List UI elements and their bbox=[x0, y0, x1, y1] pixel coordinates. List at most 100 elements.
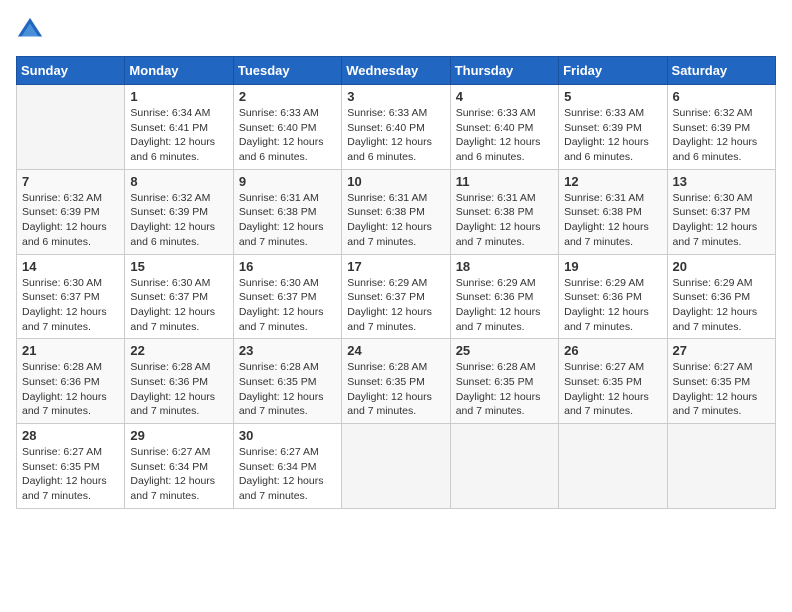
calendar-cell: 26 Sunrise: 6:27 AMSunset: 6:35 PMDayligh… bbox=[559, 339, 667, 424]
day-number: 5 bbox=[564, 89, 661, 104]
calendar-cell bbox=[450, 424, 558, 509]
day-info: Sunrise: 6:33 AMSunset: 6:39 PMDaylight:… bbox=[564, 106, 661, 165]
day-info: Sunrise: 6:28 AMSunset: 6:36 PMDaylight:… bbox=[22, 360, 119, 419]
header-row: SundayMondayTuesdayWednesdayThursdayFrid… bbox=[17, 57, 776, 85]
day-number: 1 bbox=[130, 89, 227, 104]
day-info: Sunrise: 6:31 AMSunset: 6:38 PMDaylight:… bbox=[564, 191, 661, 250]
day-number: 12 bbox=[564, 174, 661, 189]
day-number: 20 bbox=[673, 259, 770, 274]
calendar-week-5: 28Sunrise: 6:27 AMSunset: 6:35 PMDayligh… bbox=[17, 424, 776, 509]
calendar-table: SundayMondayTuesdayWednesdayThursdayFrid… bbox=[16, 56, 776, 509]
calendar-cell: 4Sunrise: 6:33 AMSunset: 6:40 PMDaylight… bbox=[450, 85, 558, 170]
calendar-cell: 22 Sunrise: 6:28 AMSunset: 6:36 PMDayligh… bbox=[125, 339, 233, 424]
day-number: 13 bbox=[673, 174, 770, 189]
weekday-header-thursday: Thursday bbox=[450, 57, 558, 85]
calendar-cell: 20 Sunrise: 6:29 AMSunset: 6:36 PMDayligh… bbox=[667, 254, 775, 339]
day-info: Sunrise: 6:29 AMSunset: 6:37 PMDaylight:… bbox=[347, 276, 444, 335]
day-info: Sunrise: 6:28 AMSunset: 6:36 PMDaylight:… bbox=[130, 360, 227, 419]
day-info: Sunrise: 6:30 AMSunset: 6:37 PMDaylight:… bbox=[130, 276, 227, 335]
day-info: Sunrise: 6:34 AMSunset: 6:41 PMDaylight:… bbox=[130, 106, 227, 165]
day-number: 16 bbox=[239, 259, 336, 274]
day-info: Sunrise: 6:32 AMSunset: 6:39 PMDaylight:… bbox=[130, 191, 227, 250]
day-info: Sunrise: 6:30 AMSunset: 6:37 PMDaylight:… bbox=[673, 191, 770, 250]
day-number: 2 bbox=[239, 89, 336, 104]
day-info: Sunrise: 6:27 AMSunset: 6:35 PMDaylight:… bbox=[673, 360, 770, 419]
calendar-cell: 28Sunrise: 6:27 AMSunset: 6:35 PMDayligh… bbox=[17, 424, 125, 509]
calendar-week-2: 7 Sunrise: 6:32 AMSunset: 6:39 PMDaylight… bbox=[17, 169, 776, 254]
day-info: Sunrise: 6:30 AMSunset: 6:37 PMDaylight:… bbox=[239, 276, 336, 335]
calendar-cell: 6Sunrise: 6:32 AMSunset: 6:39 PMDaylight… bbox=[667, 85, 775, 170]
calendar-cell: 14 Sunrise: 6:30 AMSunset: 6:37 PMDayligh… bbox=[17, 254, 125, 339]
day-info: Sunrise: 6:32 AMSunset: 6:39 PMDaylight:… bbox=[22, 191, 119, 250]
weekday-header-tuesday: Tuesday bbox=[233, 57, 341, 85]
day-number: 17 bbox=[347, 259, 444, 274]
day-info: Sunrise: 6:28 AMSunset: 6:35 PMDaylight:… bbox=[239, 360, 336, 419]
calendar-cell bbox=[342, 424, 450, 509]
calendar-cell: 13 Sunrise: 6:30 AMSunset: 6:37 PMDayligh… bbox=[667, 169, 775, 254]
calendar-cell: 29Sunrise: 6:27 AMSunset: 6:34 PMDayligh… bbox=[125, 424, 233, 509]
calendar-cell: 19 Sunrise: 6:29 AMSunset: 6:36 PMDayligh… bbox=[559, 254, 667, 339]
day-number: 14 bbox=[22, 259, 119, 274]
day-number: 26 bbox=[564, 343, 661, 358]
day-number: 21 bbox=[22, 343, 119, 358]
day-info: Sunrise: 6:28 AMSunset: 6:35 PMDaylight:… bbox=[347, 360, 444, 419]
calendar-cell: 11Sunrise: 6:31 AMSunset: 6:38 PMDayligh… bbox=[450, 169, 558, 254]
calendar-cell: 15 Sunrise: 6:30 AMSunset: 6:37 PMDayligh… bbox=[125, 254, 233, 339]
calendar-cell: 25Sunrise: 6:28 AMSunset: 6:35 PMDayligh… bbox=[450, 339, 558, 424]
day-number: 8 bbox=[130, 174, 227, 189]
logo-icon bbox=[16, 16, 44, 44]
day-info: Sunrise: 6:31 AMSunset: 6:38 PMDaylight:… bbox=[347, 191, 444, 250]
calendar-cell: 3 Sunrise: 6:33 AMSunset: 6:40 PMDaylight… bbox=[342, 85, 450, 170]
day-number: 4 bbox=[456, 89, 553, 104]
day-number: 19 bbox=[564, 259, 661, 274]
calendar-cell: 18 Sunrise: 6:29 AMSunset: 6:36 PMDayligh… bbox=[450, 254, 558, 339]
weekday-header-wednesday: Wednesday bbox=[342, 57, 450, 85]
page-header bbox=[16, 16, 776, 44]
calendar-cell: 21 Sunrise: 6:28 AMSunset: 6:36 PMDayligh… bbox=[17, 339, 125, 424]
calendar-cell: 23Sunrise: 6:28 AMSunset: 6:35 PMDayligh… bbox=[233, 339, 341, 424]
day-info: Sunrise: 6:27 AMSunset: 6:34 PMDaylight:… bbox=[239, 445, 336, 504]
day-info: Sunrise: 6:32 AMSunset: 6:39 PMDaylight:… bbox=[673, 106, 770, 165]
day-info: Sunrise: 6:27 AMSunset: 6:35 PMDaylight:… bbox=[564, 360, 661, 419]
calendar-cell bbox=[559, 424, 667, 509]
day-number: 30 bbox=[239, 428, 336, 443]
weekday-header-saturday: Saturday bbox=[667, 57, 775, 85]
day-info: Sunrise: 6:30 AMSunset: 6:37 PMDaylight:… bbox=[22, 276, 119, 335]
calendar-cell: 27 Sunrise: 6:27 AMSunset: 6:35 PMDayligh… bbox=[667, 339, 775, 424]
calendar-cell: 8 Sunrise: 6:32 AMSunset: 6:39 PMDaylight… bbox=[125, 169, 233, 254]
day-number: 22 bbox=[130, 343, 227, 358]
calendar-week-4: 21 Sunrise: 6:28 AMSunset: 6:36 PMDayligh… bbox=[17, 339, 776, 424]
calendar-cell: 7 Sunrise: 6:32 AMSunset: 6:39 PMDaylight… bbox=[17, 169, 125, 254]
day-number: 3 bbox=[347, 89, 444, 104]
day-number: 28 bbox=[22, 428, 119, 443]
day-number: 11 bbox=[456, 174, 553, 189]
day-info: Sunrise: 6:29 AMSunset: 6:36 PMDaylight:… bbox=[673, 276, 770, 335]
calendar-cell: 9 Sunrise: 6:31 AMSunset: 6:38 PMDaylight… bbox=[233, 169, 341, 254]
day-info: Sunrise: 6:29 AMSunset: 6:36 PMDaylight:… bbox=[456, 276, 553, 335]
calendar-cell: 5 Sunrise: 6:33 AMSunset: 6:39 PMDaylight… bbox=[559, 85, 667, 170]
calendar-cell bbox=[17, 85, 125, 170]
day-number: 27 bbox=[673, 343, 770, 358]
day-number: 18 bbox=[456, 259, 553, 274]
day-info: Sunrise: 6:31 AMSunset: 6:38 PMDaylight:… bbox=[239, 191, 336, 250]
calendar-cell: 12 Sunrise: 6:31 AMSunset: 6:38 PMDayligh… bbox=[559, 169, 667, 254]
calendar-cell: 10Sunrise: 6:31 AMSunset: 6:38 PMDayligh… bbox=[342, 169, 450, 254]
day-number: 9 bbox=[239, 174, 336, 189]
day-number: 24 bbox=[347, 343, 444, 358]
day-info: Sunrise: 6:33 AMSunset: 6:40 PMDaylight:… bbox=[239, 106, 336, 165]
calendar-week-3: 14 Sunrise: 6:30 AMSunset: 6:37 PMDayligh… bbox=[17, 254, 776, 339]
day-number: 15 bbox=[130, 259, 227, 274]
calendar-cell: 17 Sunrise: 6:29 AMSunset: 6:37 PMDayligh… bbox=[342, 254, 450, 339]
calendar-cell: 30 Sunrise: 6:27 AMSunset: 6:34 PMDayligh… bbox=[233, 424, 341, 509]
day-info: Sunrise: 6:27 AMSunset: 6:34 PMDaylight:… bbox=[130, 445, 227, 504]
day-number: 7 bbox=[22, 174, 119, 189]
calendar-cell: 2 Sunrise: 6:33 AMSunset: 6:40 PMDaylight… bbox=[233, 85, 341, 170]
calendar-cell: 24 Sunrise: 6:28 AMSunset: 6:35 PMDayligh… bbox=[342, 339, 450, 424]
calendar-header: SundayMondayTuesdayWednesdayThursdayFrid… bbox=[17, 57, 776, 85]
logo bbox=[16, 16, 48, 44]
weekday-header-sunday: Sunday bbox=[17, 57, 125, 85]
day-info: Sunrise: 6:33 AMSunset: 6:40 PMDaylight:… bbox=[347, 106, 444, 165]
weekday-header-monday: Monday bbox=[125, 57, 233, 85]
calendar-cell: 1 Sunrise: 6:34 AMSunset: 6:41 PMDaylight… bbox=[125, 85, 233, 170]
day-info: Sunrise: 6:29 AMSunset: 6:36 PMDaylight:… bbox=[564, 276, 661, 335]
